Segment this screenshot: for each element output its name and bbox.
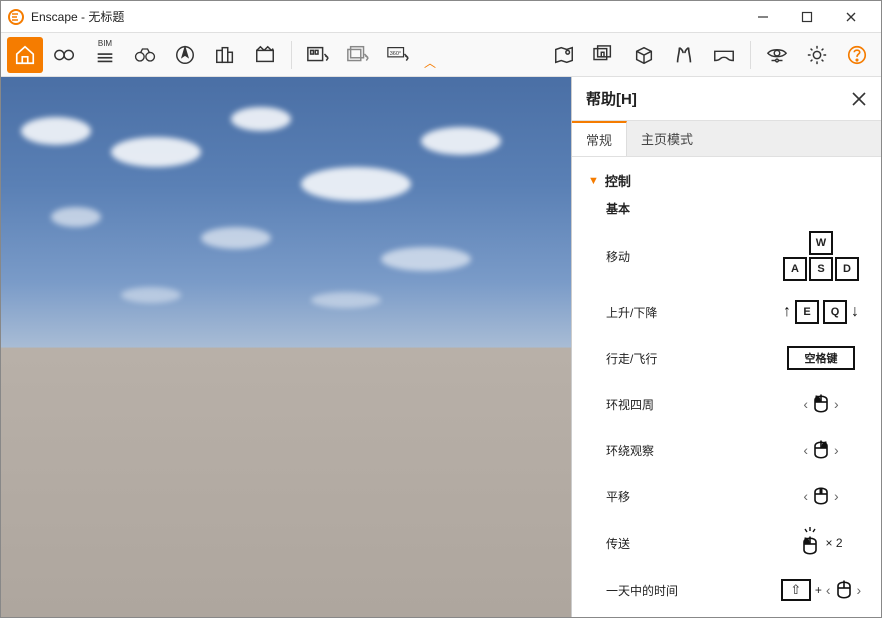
cube-button[interactable] — [626, 37, 662, 73]
label-teleport: 传送 — [606, 535, 771, 552]
close-button[interactable] — [829, 2, 873, 32]
label-pan: 平移 — [606, 488, 771, 505]
tab-general[interactable]: 常规 — [572, 121, 627, 156]
label-orbit: 环绕观察 — [606, 442, 771, 459]
export-image-button[interactable] — [300, 37, 336, 73]
compass-button[interactable] — [167, 37, 203, 73]
label-updown: 上升/下降 — [606, 304, 771, 321]
settings-button[interactable] — [799, 37, 835, 73]
map-button[interactable] — [546, 37, 582, 73]
subheading-basic: 基本 — [582, 194, 881, 223]
row-pan: 平移 ‹ › — [582, 473, 881, 519]
views-button[interactable] — [47, 37, 83, 73]
visual-settings-button[interactable] — [759, 37, 795, 73]
key-w: W — [809, 231, 833, 255]
export-panorama-button[interactable]: 360° — [380, 37, 416, 73]
help-button[interactable] — [839, 37, 875, 73]
bracket-right-icon: › — [834, 488, 839, 504]
down-arrow-icon: ↓ — [851, 303, 859, 321]
tab-homepage[interactable]: 主页模式 — [627, 121, 707, 156]
row-timeofday: 一天中的时间 ⇧ + ‹ › — [582, 567, 881, 613]
mouse-middle-icon — [812, 483, 830, 509]
video-button[interactable] — [247, 37, 283, 73]
row-teleport: 传送 × 2 — [582, 519, 881, 567]
wasd-keys-icon: W A S D — [783, 231, 859, 281]
walk-button[interactable] — [666, 37, 702, 73]
minimize-button[interactable] — [741, 2, 785, 32]
panel-close-button[interactable] — [851, 91, 867, 107]
mouse-right-icon — [812, 437, 830, 463]
bracket-left-icon: ‹ — [803, 488, 808, 504]
app-logo-icon — [7, 8, 25, 26]
row-updown: 上升/下降 ↑ E Q ↓ — [582, 289, 881, 335]
tab-homepage-label: 主页模式 — [641, 129, 693, 148]
gallery-button[interactable] — [586, 37, 622, 73]
label-move: 移动 — [606, 248, 771, 265]
key-a: A — [783, 257, 807, 281]
vr-button[interactable] — [706, 37, 742, 73]
bracket-left-icon: ‹ — [826, 582, 831, 598]
shift-key-icon: ⇧ — [781, 579, 811, 601]
section-control-label: 控制 — [605, 171, 631, 190]
label-walkfly: 行走/飞行 — [606, 350, 771, 367]
key-s: S — [809, 257, 833, 281]
disclosure-triangle-icon: ▼ — [588, 175, 599, 187]
mouse-doubleclick-icon — [799, 527, 821, 559]
window-title: Enscape - 无标题 — [31, 8, 124, 25]
bracket-left-icon: ‹ — [803, 442, 808, 458]
row-look: 环视四周 ‹ › — [582, 381, 881, 427]
bracket-right-icon: › — [834, 396, 839, 412]
mouse-icon — [835, 577, 853, 603]
row-walkfly: 行走/飞行 空格键 — [582, 335, 881, 381]
label-timeofday: 一天中的时间 — [606, 582, 771, 599]
label-look: 环视四周 — [606, 396, 771, 413]
bracket-right-icon: › — [857, 582, 862, 598]
key-e: E — [795, 300, 819, 324]
teleport-times-label: × 2 — [825, 536, 842, 550]
bracket-right-icon: › — [834, 442, 839, 458]
plus-label: + — [815, 583, 822, 597]
home-button[interactable] — [7, 37, 43, 73]
maximize-button[interactable] — [785, 2, 829, 32]
row-move: 移动 W A S D — [582, 223, 881, 289]
section-control[interactable]: ▼ 控制 — [582, 167, 881, 194]
render-viewport[interactable] — [1, 77, 571, 617]
panel-title: 帮助[H] — [586, 88, 851, 109]
key-space: 空格键 — [787, 346, 855, 370]
tab-general-label: 常规 — [586, 130, 612, 149]
up-arrow-icon: ↑ — [783, 303, 791, 321]
key-d: D — [835, 257, 859, 281]
svg-text:360°: 360° — [390, 51, 401, 57]
mouse-left-icon — [812, 391, 830, 417]
key-q: Q — [823, 300, 847, 324]
toolbar-expand-icon[interactable]: ︿ — [424, 54, 436, 71]
row-orbit: 环绕观察 ‹ › — [582, 427, 881, 473]
bracket-left-icon: ‹ — [803, 396, 808, 412]
export-batch-button[interactable] — [340, 37, 376, 73]
panel-scroll-area[interactable]: ▼ 控制 基本 移动 W A S D — [572, 157, 881, 617]
binoculars-button[interactable] — [127, 37, 163, 73]
assets-button[interactable] — [207, 37, 243, 73]
bim-button[interactable]: BIM — [87, 37, 123, 73]
